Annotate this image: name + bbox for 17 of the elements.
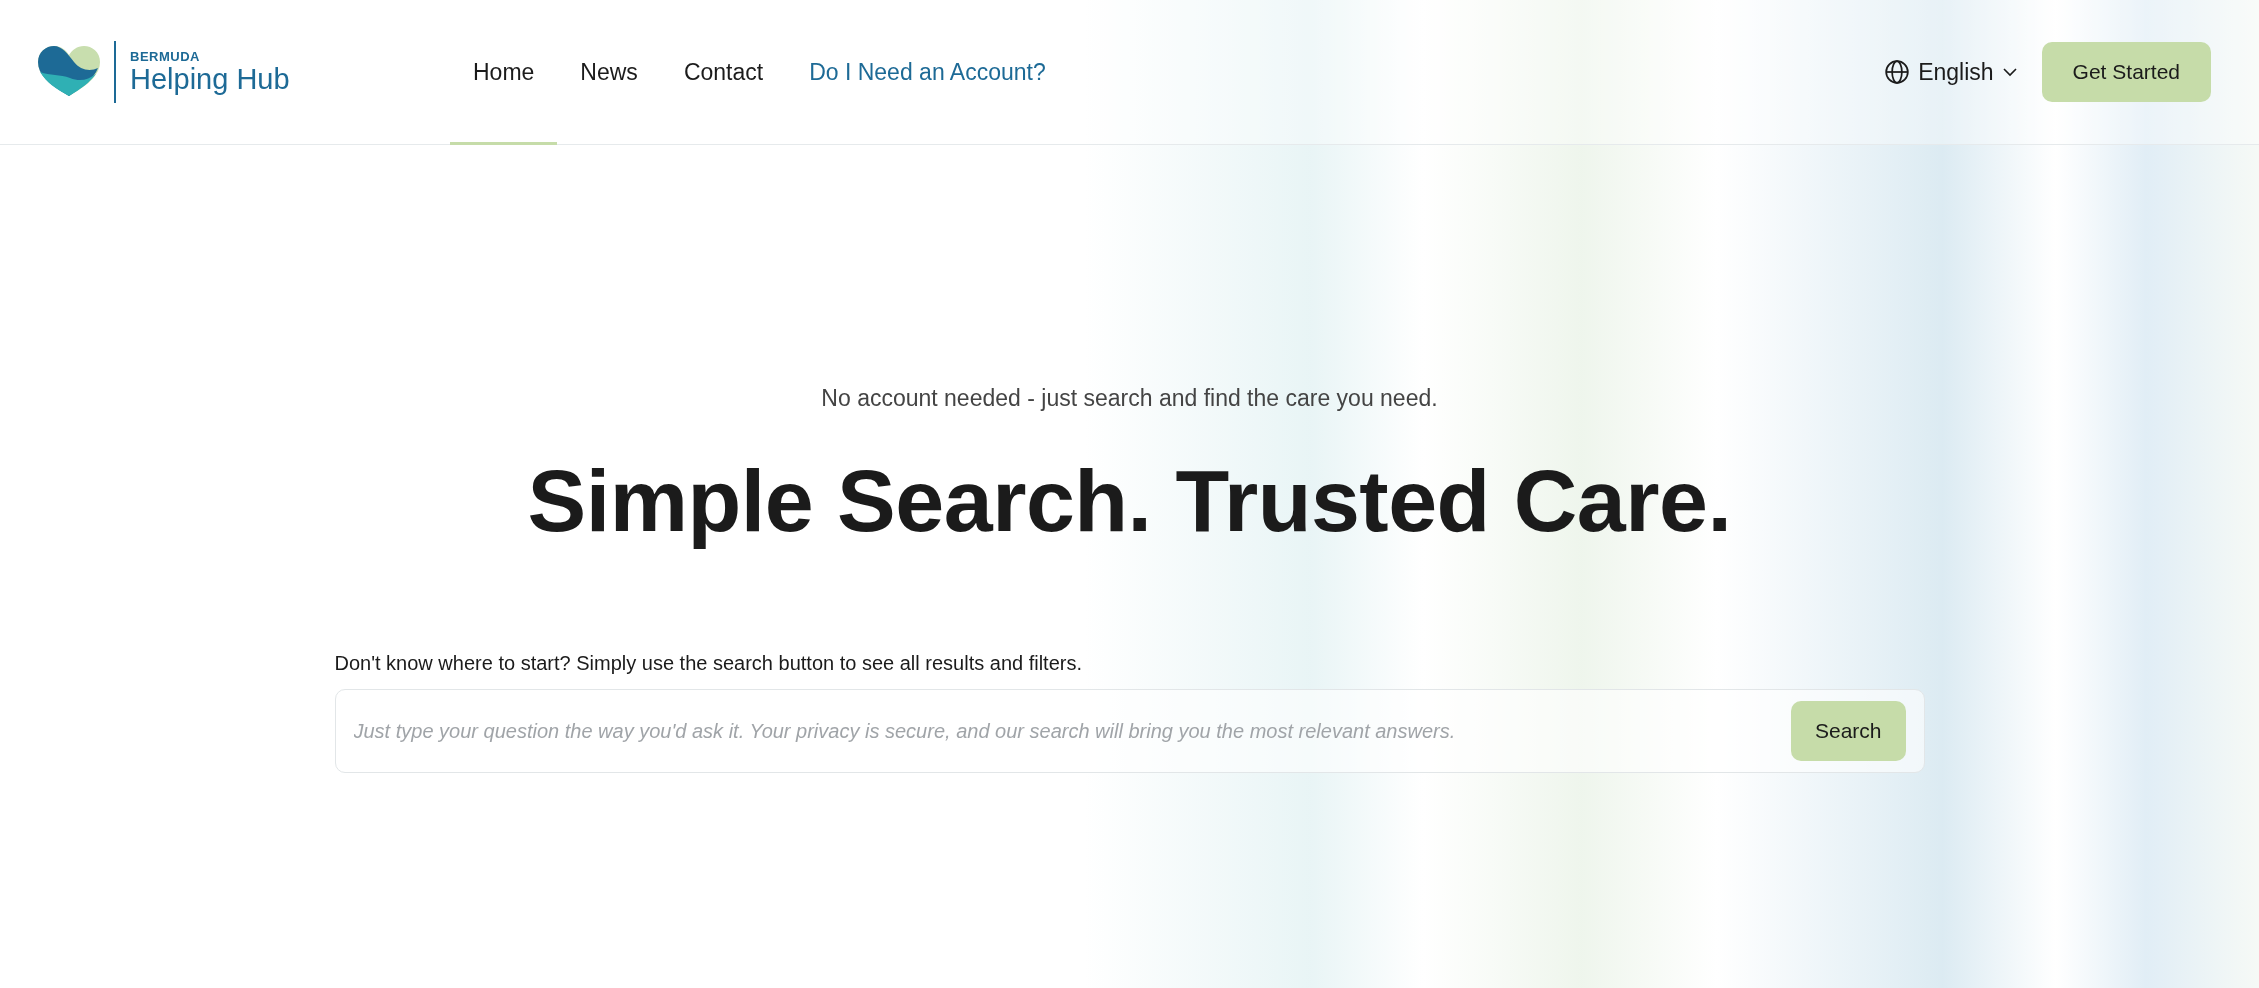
language-label: English bbox=[1918, 58, 1994, 86]
heart-logo-icon bbox=[38, 46, 100, 98]
search-hint: Don't know where to start? Simply use the search button to see all results and filters. bbox=[334, 652, 1084, 675]
headline: Simple Search. Trusted Care. bbox=[527, 450, 1732, 552]
logo-name: Helping Hub bbox=[130, 63, 290, 96]
nav-link[interactable]: Home bbox=[450, 0, 558, 145]
globe-icon bbox=[1884, 59, 1911, 85]
tagline: No account needed - just search and find the care you need. bbox=[821, 385, 1438, 412]
search-button[interactable]: Search bbox=[1790, 701, 1906, 761]
nav-link[interactable]: News bbox=[557, 0, 661, 145]
logo-overline: BERMUDA bbox=[130, 48, 201, 64]
get-started-button[interactable]: Get Started bbox=[2041, 42, 2211, 102]
nav-link[interactable]: Contact bbox=[660, 0, 787, 145]
chevron-down-icon bbox=[2001, 67, 2018, 77]
search-field[interactable]: Just type your question the way you'd ask it. Your privacy is secure, and our search will bring you the most relevant answers. Search bbox=[334, 689, 1925, 773]
nav-link[interactable]: Do I Need an Account? bbox=[786, 0, 1069, 145]
language-selector[interactable]: English bbox=[1878, 57, 2024, 87]
